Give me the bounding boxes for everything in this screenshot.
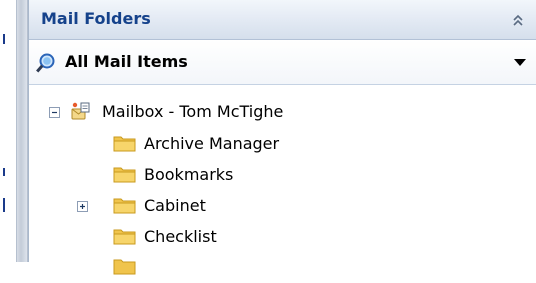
search-folder-icon xyxy=(36,53,55,73)
left-edge-mark xyxy=(3,168,5,176)
tree-item-mailbox: Mailbox - Tom McTighe xyxy=(29,98,536,128)
tree-item-folder: Cabinet xyxy=(29,192,536,222)
folder-icon xyxy=(113,229,136,245)
tree-item-label[interactable]: Archive Manager xyxy=(144,134,279,153)
mail-scope-selector[interactable]: All Mail Items xyxy=(29,40,536,85)
left-edge-mark xyxy=(3,34,5,44)
pane-splitter[interactable] xyxy=(16,0,28,262)
tree-item-label[interactable]: Cabinet xyxy=(144,196,206,215)
pane-title: Mail Folders xyxy=(41,9,151,28)
folder-icon xyxy=(113,198,136,214)
triangle-down-icon xyxy=(514,59,526,66)
minus-expander-icon[interactable] xyxy=(49,107,60,118)
folder-icon xyxy=(113,167,136,183)
scope-label: All Mail Items xyxy=(65,52,188,71)
folder-icon xyxy=(113,259,136,275)
collapse-pane-button[interactable] xyxy=(504,6,532,34)
tree-item-folder: Checklist xyxy=(29,223,536,253)
tree-item-label[interactable]: Mailbox - Tom McTighe xyxy=(102,102,283,121)
pane-header: Mail Folders xyxy=(29,0,536,40)
double-chevron-up-icon xyxy=(513,14,523,26)
plus-expander-icon[interactable] xyxy=(77,201,88,212)
left-edge-mark xyxy=(3,198,5,212)
folder-icon xyxy=(113,136,136,152)
tree-item-folder: Bookmarks xyxy=(29,161,536,191)
mail-folders-pane: Mail Folders All Mail Items Mailbox - To… xyxy=(28,0,536,275)
tree-item-label[interactable]: Bookmarks xyxy=(144,165,233,184)
mailbox-icon xyxy=(71,102,90,120)
tree-item-folder: Archive Manager xyxy=(29,130,536,160)
tree-item-label[interactable]: Checklist xyxy=(144,227,217,246)
tree-item-folder-partial xyxy=(29,253,536,283)
